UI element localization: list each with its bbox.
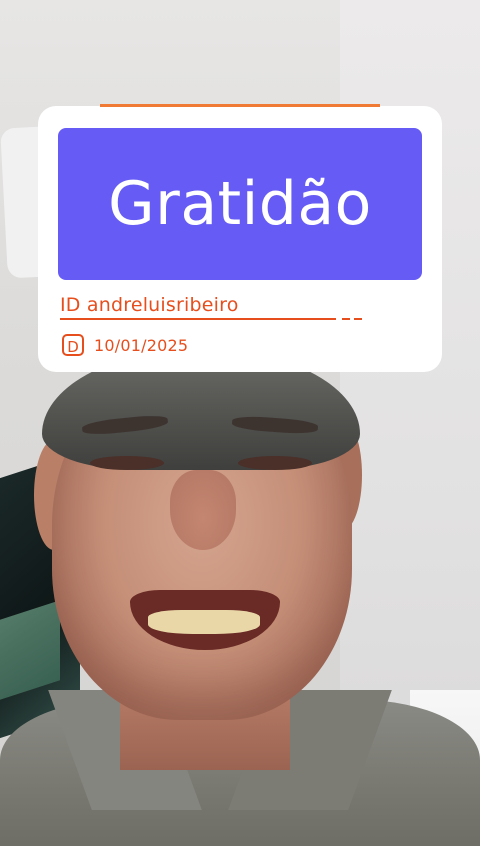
sticker-id-underline — [60, 318, 336, 320]
person-eye-left — [90, 456, 164, 470]
camera-screen: Gratidão ID andreluisribeiro D 10/01/202… — [0, 0, 480, 846]
sticker-date: 10/01/2025 — [94, 335, 189, 355]
sticker-title-card[interactable]: Gratidão — [58, 128, 422, 280]
sticker-id-dash — [342, 318, 350, 320]
sticker-title: Gratidão — [108, 169, 372, 239]
sticker-top-accent — [100, 104, 380, 107]
sticker-user-id: ID andreluisribeiro — [60, 294, 239, 316]
person-nose — [170, 470, 236, 550]
d-badge-icon: D — [62, 334, 84, 356]
sticker-date-row: D 10/01/2025 — [62, 334, 188, 356]
sticker-id-dash — [354, 318, 362, 320]
person-teeth — [148, 610, 260, 634]
person-eye-right — [238, 456, 312, 470]
